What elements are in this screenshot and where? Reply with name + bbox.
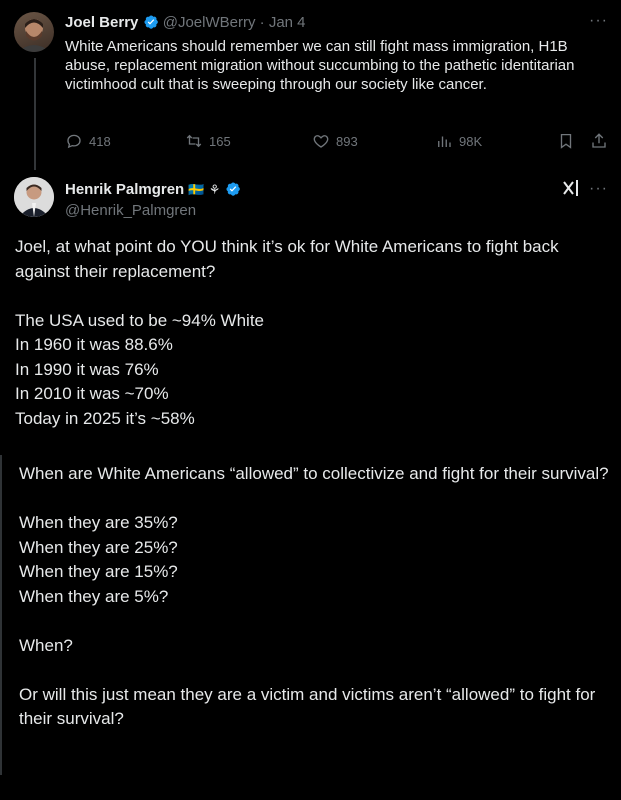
tweet1-separator: · (259, 14, 265, 31)
avatar-image (18, 19, 50, 52)
sweden-flag-icon: 🇸🇪 (188, 182, 205, 197)
thread-connector (34, 58, 36, 170)
heart-icon (313, 135, 329, 148)
tweet2-quote-text: When are White Americans “allowed” to co… (19, 464, 609, 728)
share-button[interactable] (590, 132, 608, 150)
tweet1-author-name[interactable]: Joel Berry (65, 14, 138, 31)
reply-button[interactable]: 418 (65, 132, 111, 150)
repost-icon (186, 134, 202, 148)
tweet2-text: Joel, at what point do YOU think it’s ok… (15, 237, 559, 428)
tweet1-actions: 418 165 893 98K (65, 132, 610, 154)
reply-icon (67, 134, 81, 149)
grok-glyph (563, 180, 578, 196)
grok-icon[interactable] (561, 178, 581, 198)
tweet2-handle[interactable]: @Henrik_Palmgren (65, 201, 196, 221)
views-count: 98K (459, 133, 483, 149)
like-button[interactable]: 893 (312, 132, 358, 150)
reply-count: 418 (89, 133, 111, 149)
tweet1-handle[interactable]: @JoelWBerry (163, 14, 256, 31)
share-icon (592, 133, 606, 148)
verified-badge-icon (144, 15, 158, 29)
repost-button[interactable]: 165 (185, 132, 231, 150)
views-icon (438, 136, 451, 147)
repost-count: 165 (209, 133, 231, 149)
symbol-icon: ⚘ (208, 182, 221, 197)
views-button[interactable]: 98K (435, 132, 482, 150)
bookmark-icon (560, 133, 572, 149)
avatar-henrik-palmgren[interactable] (14, 177, 54, 217)
like-count: 893 (336, 133, 358, 149)
avatar-joel-berry[interactable] (14, 12, 54, 52)
tweet1-date[interactable]: Jan 4 (269, 14, 306, 31)
bookmark-button[interactable] (557, 132, 575, 150)
tweet1-header: Joel Berry @JoelWBerry · Jan 4 (65, 13, 306, 33)
more-icon[interactable]: ··· (589, 12, 608, 30)
tweet2-author-name[interactable]: Henrik Palmgren (65, 181, 184, 198)
avatar-image (14, 177, 54, 217)
more-icon[interactable]: ··· (589, 180, 608, 198)
verified-badge-icon (226, 182, 240, 196)
tweet2-header: Henrik Palmgren 🇸🇪 ⚘ (65, 180, 241, 200)
tweet1-text: White Americans should remember we can s… (65, 38, 579, 93)
